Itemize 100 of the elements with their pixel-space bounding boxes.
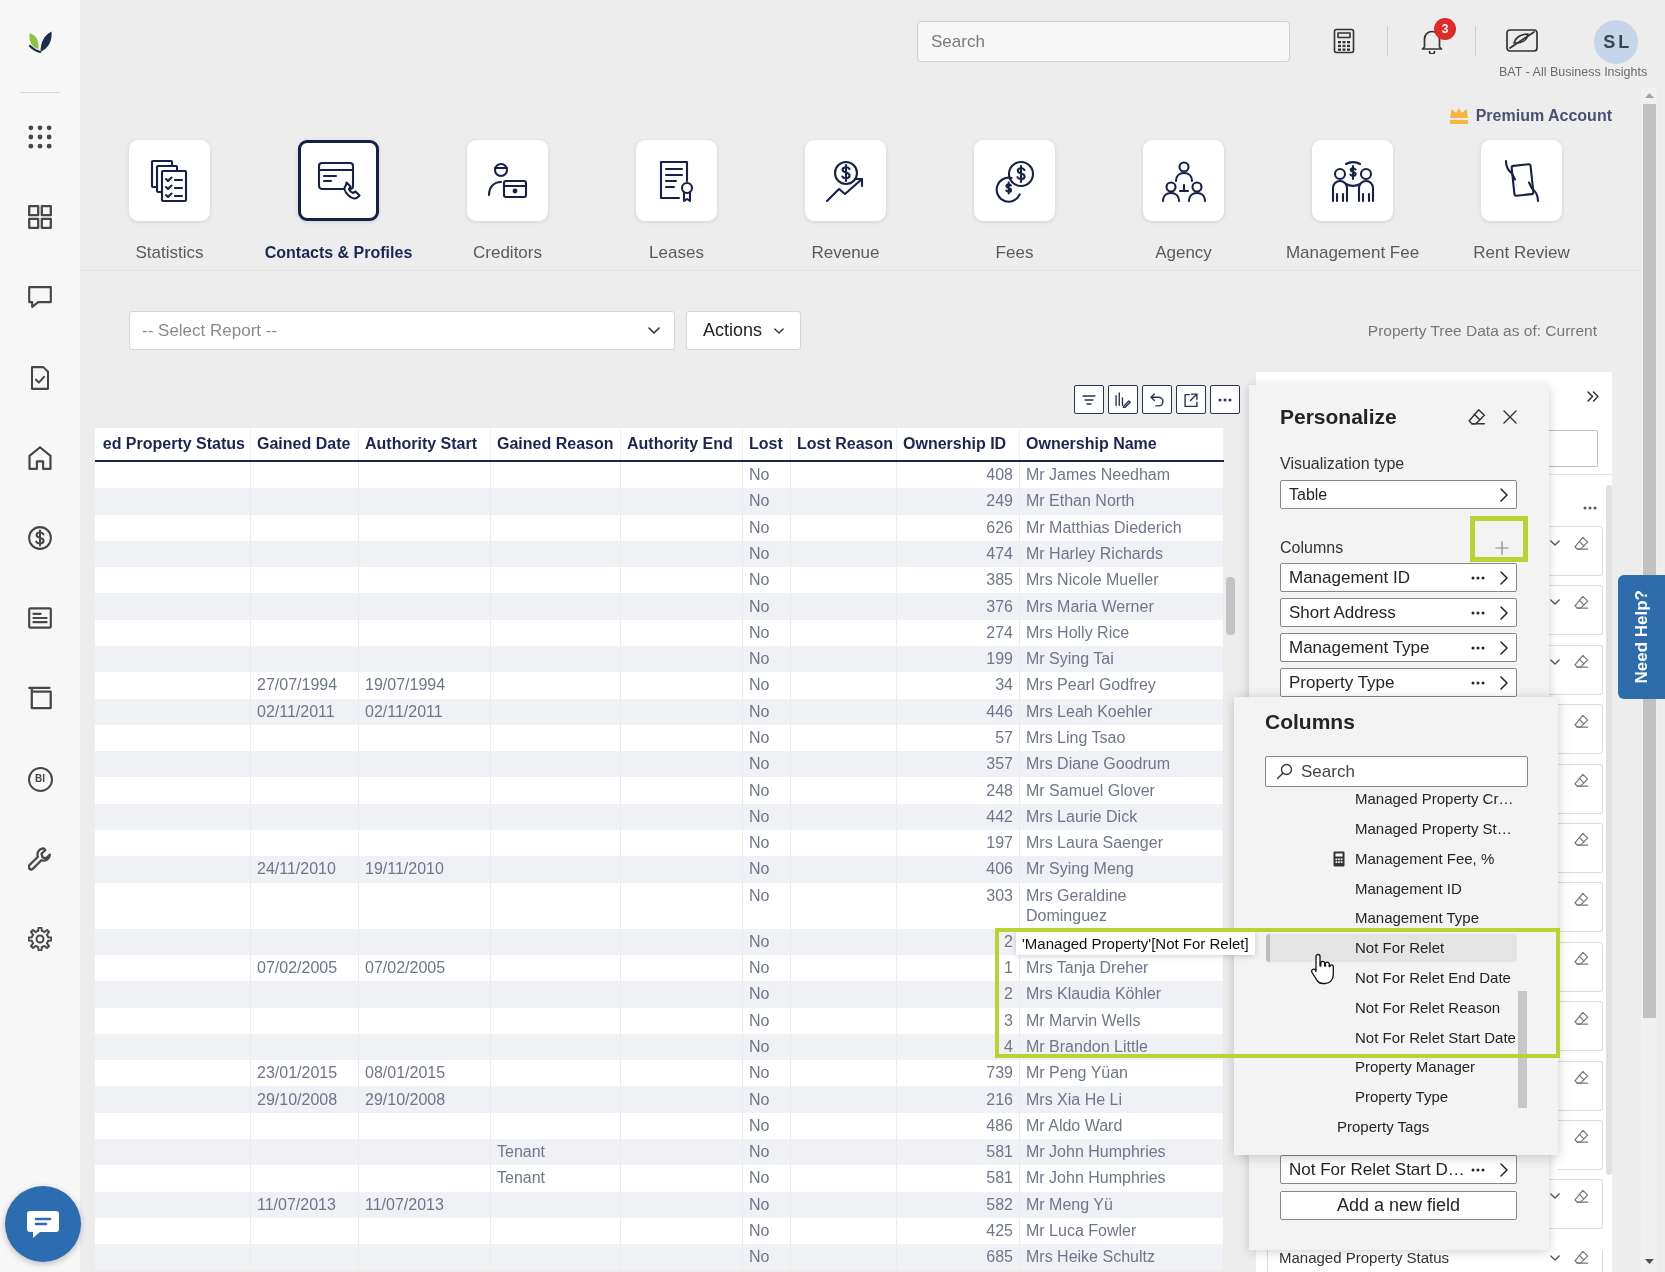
column-option[interactable]: Management Fee, % [1266, 849, 1517, 868]
column-field[interactable]: Management ID [1280, 563, 1517, 592]
column-header[interactable]: Ownership ID [897, 428, 1020, 460]
chevron-down-icon [1550, 1254, 1560, 1261]
filter-card[interactable] [1558, 1001, 1603, 1052]
visualization-select[interactable]: Table [1280, 480, 1517, 509]
filter-card[interactable] [1558, 941, 1603, 992]
ellipsis-icon[interactable] [1471, 575, 1485, 580]
grid-icon[interactable] [28, 205, 52, 230]
filter-card[interactable] [1558, 1060, 1603, 1111]
column-option[interactable]: Not For Relet End Date [1266, 969, 1517, 988]
house-icon[interactable] [28, 445, 52, 470]
leaf-box-icon[interactable] [1505, 26, 1539, 54]
table-cell: 34 [897, 672, 1020, 699]
ellipsis-icon[interactable] [1471, 680, 1485, 685]
column-option[interactable]: Not For Relet [1266, 934, 1517, 963]
eraser-icon[interactable] [1468, 408, 1486, 426]
table-cell: No [743, 1191, 791, 1218]
wrench-icon[interactable] [28, 846, 52, 871]
column-header[interactable]: Authority End [621, 428, 743, 460]
gear-icon[interactable] [28, 926, 52, 951]
column-search-field[interactable]: Search [1265, 756, 1528, 787]
panel-icon[interactable] [28, 686, 52, 711]
premium-account-label[interactable]: Premium Account [1475, 104, 1612, 128]
scrollbar-thumb[interactable] [1226, 577, 1235, 635]
bi-icon[interactable]: BI [27, 766, 53, 792]
column-header[interactable]: Authority Start [359, 428, 491, 460]
column-header[interactable]: Lost Reason [791, 428, 897, 460]
more-icon[interactable] [1583, 506, 1597, 510]
table-cell: 19/07/1994 [359, 672, 491, 699]
ellipsis-icon[interactable] [1471, 645, 1485, 650]
need-help-tab[interactable]: Need Help? [1618, 575, 1665, 699]
filter-card[interactable] [1558, 763, 1603, 814]
filter-card[interactable] [1558, 822, 1603, 873]
filter-search-field[interactable] [1549, 430, 1598, 467]
module-label[interactable]: Rent Review [1473, 243, 1570, 263]
column-field[interactable]: Not For Relet Start D… [1280, 1155, 1517, 1184]
filter-card[interactable] [1549, 585, 1603, 636]
avatar[interactable]: SL [1594, 20, 1639, 64]
filter-card[interactable] [1558, 882, 1603, 933]
column-option[interactable]: Not For Relet Reason [1266, 998, 1517, 1017]
table-cell: Mrs Xia He Li [1020, 1086, 1224, 1113]
module-tile[interactable] [298, 140, 379, 221]
account-name[interactable]: BAT - All Business Insights [1499, 64, 1648, 80]
filter-card[interactable] [1549, 1179, 1603, 1230]
scrollbar-thumb[interactable] [1606, 485, 1612, 1175]
scroll-down-icon[interactable] [1644, 1259, 1654, 1264]
filter-card[interactable] [1558, 704, 1603, 755]
column-field[interactable]: Property Type [1280, 668, 1517, 697]
search-field[interactable]: Search [917, 21, 1290, 62]
module-label[interactable]: Agency [1155, 243, 1212, 263]
chevron-right-icon [1500, 675, 1508, 690]
column-header[interactable]: Lost [743, 428, 791, 460]
undo-button[interactable] [1142, 385, 1172, 414]
bell-icon[interactable] [1420, 28, 1444, 54]
module-label[interactable]: Creditors [473, 243, 542, 263]
document-check-icon[interactable] [28, 365, 52, 390]
column-option[interactable]: Property Tags [1266, 1118, 1517, 1137]
edit-chart-button[interactable] [1108, 385, 1138, 414]
module-label[interactable]: Revenue [811, 243, 880, 263]
filter-card[interactable] [1558, 1119, 1603, 1170]
scrollbar-thumb[interactable] [1518, 991, 1527, 1108]
more-button[interactable] [1210, 385, 1240, 414]
ellipsis-icon[interactable] [1471, 1167, 1485, 1172]
ellipsis-icon[interactable] [1471, 610, 1485, 615]
actions-button[interactable]: Actions [686, 311, 801, 350]
filter-button[interactable] [1074, 385, 1104, 414]
dollar-circle-icon[interactable] [28, 525, 52, 550]
table-cell: 11/07/2013 [251, 1191, 359, 1218]
module-label[interactable]: Leases [649, 243, 704, 263]
add-field-button[interactable]: Add a new field [1280, 1191, 1517, 1220]
chat-icon[interactable] [28, 285, 52, 310]
column-header[interactable]: Gained Date [251, 428, 359, 460]
column-option[interactable]: Not For Relet Start Date [1266, 1028, 1517, 1047]
column-option[interactable]: Property Type [1266, 1088, 1517, 1107]
module-label[interactable]: Fees [995, 243, 1034, 263]
expand-button[interactable] [1176, 385, 1206, 414]
column-option[interactable]: Managed Property St… [1266, 820, 1517, 839]
column-option[interactable]: Management Type [1266, 909, 1517, 928]
bar-chart-pen-icon [1115, 391, 1131, 408]
module-label[interactable]: Contacts & Profiles [264, 243, 413, 263]
filter-card[interactable] [1549, 526, 1603, 576]
module-label[interactable]: Management Fee [1285, 243, 1420, 263]
column-option[interactable]: Management ID [1266, 879, 1517, 898]
close-icon[interactable] [1503, 410, 1517, 424]
dots-grid-icon[interactable] [28, 125, 52, 149]
module-label[interactable]: Statistics [135, 243, 204, 263]
column-option[interactable]: Managed Property Cr… [1266, 790, 1517, 809]
column-header[interactable]: ed Property Status [95, 428, 251, 460]
calculator-icon[interactable] [1333, 28, 1355, 54]
table-cell: 581 [897, 1165, 1020, 1192]
filter-card[interactable]: Managed Property Status [1267, 1249, 1603, 1272]
column-field[interactable]: Management Type [1280, 633, 1517, 662]
column-option[interactable]: Property Manager [1266, 1058, 1517, 1077]
column-header[interactable]: Gained Reason [491, 428, 621, 460]
column-field[interactable]: Short Address [1280, 598, 1517, 627]
newspaper-icon[interactable] [28, 606, 52, 631]
column-header[interactable]: Ownership Name [1020, 428, 1224, 460]
filter-card[interactable] [1549, 644, 1603, 695]
double-chevron-icon[interactable] [1587, 390, 1599, 402]
